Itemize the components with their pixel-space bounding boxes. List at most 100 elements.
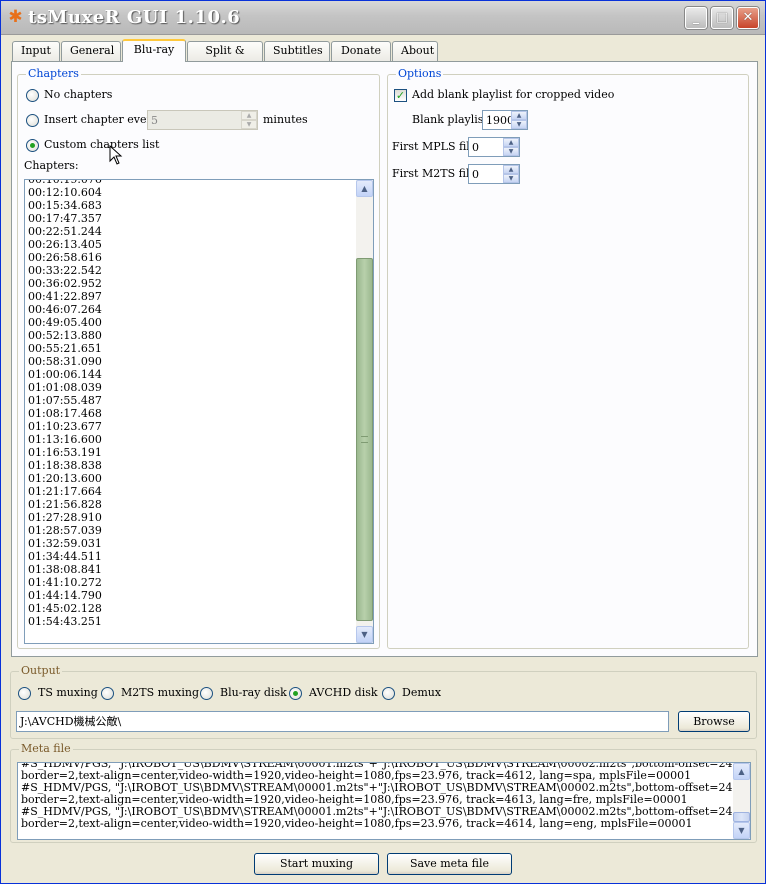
- blu-ray-panel: Chapters No chapters Insert chapter ever…: [11, 61, 758, 657]
- meta-scroll-thumb[interactable]: [733, 812, 750, 822]
- tab-general[interactable]: General: [61, 41, 121, 61]
- chapter-list-item[interactable]: 01:32:59.031: [28, 537, 102, 550]
- chapter-list-item[interactable]: 01:27:28.910: [28, 511, 102, 524]
- m2ts-muxing-radio[interactable]: [101, 687, 114, 700]
- first-mpls-label: First MPLS file: [392, 140, 477, 153]
- meta-file-legend: Meta file: [19, 742, 73, 755]
- demux-radio[interactable]: [382, 687, 395, 700]
- chapter-list-item[interactable]: 01:28:57.039: [28, 524, 102, 537]
- chapter-list-item[interactable]: 01:21:17.664: [28, 485, 102, 498]
- chapters-list-label: Chapters:: [24, 159, 79, 172]
- chapter-list-item[interactable]: 00:12:10.604: [28, 186, 102, 199]
- chevron-up-icon[interactable]: ▲: [511, 111, 527, 120]
- start-muxing-button[interactable]: Start muxing: [254, 853, 379, 875]
- insert-every-radio[interactable]: [26, 114, 39, 127]
- chapter-list-item[interactable]: 01:45:02.128: [28, 602, 102, 615]
- chapter-list-item[interactable]: 01:21:56.828: [28, 498, 102, 511]
- chevron-down-icon[interactable]: ▼: [503, 174, 519, 183]
- tab-blu-ray[interactable]: Blu-ray: [122, 39, 186, 62]
- chapter-list-item[interactable]: 01:20:13.600: [28, 472, 102, 485]
- chapter-list-item[interactable]: 01:13:16.600: [28, 433, 102, 446]
- chapter-list-item[interactable]: 00:58:31.090: [28, 355, 102, 368]
- meta-file-textarea[interactable]: #S_HDMV/PGS, "J:\IROBOT_US\BDMV\STREAM\0…: [17, 762, 751, 840]
- chapters-scroll-thumb[interactable]: [356, 258, 373, 621]
- chapter-list-item[interactable]: 01:00:06.144: [28, 368, 102, 381]
- blank-playlist-stepper[interactable]: 1900 ▲ ▼: [482, 110, 528, 130]
- chapter-list-item[interactable]: 01:44:14.790: [28, 589, 102, 602]
- chapter-list-item[interactable]: 01:18:38.838: [28, 459, 102, 472]
- options-legend: Options: [396, 67, 444, 80]
- chapter-list-item[interactable]: 00:10:19.076: [28, 180, 102, 186]
- chevron-down-icon[interactable]: ▼: [241, 120, 257, 129]
- grip-icon: [361, 436, 368, 443]
- add-blank-playlist-checkbox[interactable]: ✓: [394, 89, 407, 102]
- tab-donate[interactable]: Donate: [331, 41, 391, 61]
- chapter-list-item[interactable]: 01:08:17.468: [28, 407, 102, 420]
- scroll-down-icon[interactable]: ▼: [356, 626, 373, 643]
- close-button[interactable]: ✕: [737, 7, 759, 29]
- output-path-input[interactable]: J:\AVCHD機械公敵\: [16, 711, 669, 732]
- chapter-list-item[interactable]: 01:10:23.677: [28, 420, 102, 433]
- avchd-disk-radio[interactable]: [289, 687, 302, 700]
- chevron-down-icon[interactable]: ▼: [511, 120, 527, 129]
- meta-file-lines: #S_HDMV/PGS, "J:\IROBOT_US\BDMV\STREAM\0…: [21, 763, 733, 830]
- tab-about[interactable]: About: [392, 41, 438, 61]
- chapter-list-item[interactable]: 00:33:22.542: [28, 264, 102, 277]
- chapter-list-item[interactable]: 01:34:44.511: [28, 550, 102, 563]
- save-meta-file-button[interactable]: Save meta file: [387, 853, 512, 875]
- meta-file-line: border=2,text-align=center,video-width=1…: [21, 818, 693, 830]
- chapter-list-item[interactable]: 01:16:53.191: [28, 446, 102, 459]
- browse-button[interactable]: Browse: [678, 711, 750, 732]
- chapter-list-item[interactable]: 00:49:05.400: [28, 316, 102, 329]
- title-bar[interactable]: ✱ tsMuxeR GUI 1.10.6 _ □ ✕: [1, 1, 765, 35]
- chevron-up-icon[interactable]: ▲: [503, 138, 519, 147]
- chapter-list-item[interactable]: 01:07:55.487: [28, 394, 102, 407]
- first-m2ts-stepper[interactable]: 0 ▲ ▼: [468, 164, 520, 184]
- tab-split-cut[interactable]: Split & cut: [187, 41, 263, 75]
- chapter-list-item[interactable]: 01:01:08.039: [28, 381, 102, 394]
- chapter-list-item[interactable]: 01:38:08.841: [28, 563, 102, 576]
- maximize-icon: □: [715, 10, 729, 25]
- chevron-down-icon[interactable]: ▼: [503, 147, 519, 156]
- chapter-list-item[interactable]: 01:41:10.272: [28, 576, 102, 589]
- ts-muxing-radio[interactable]: [18, 687, 31, 700]
- custom-chapters-radio[interactable]: [26, 139, 39, 152]
- meta-file-line: #S_HDMV/PGS, "J:\IROBOT_US\BDMV\STREAM\0…: [21, 806, 733, 818]
- blu-ray-disk-radio[interactable]: [200, 687, 213, 700]
- blu-ray-disk-label: Blu-ray disk: [220, 686, 287, 699]
- chapter-list-item[interactable]: 00:26:58.616: [28, 251, 102, 264]
- custom-chapters-label: Custom chapters list: [44, 138, 160, 151]
- tab-input[interactable]: Input: [12, 41, 60, 61]
- chapters-list[interactable]: 00:10:19.076 00:12:10.604 00:15:34.683 00:1…: [24, 179, 374, 644]
- chapter-list-item[interactable]: 00:17:47.357: [28, 212, 102, 225]
- chapter-list-item[interactable]: 00:22:51.244: [28, 225, 102, 238]
- scroll-up-icon[interactable]: ▲: [356, 180, 373, 197]
- blank-playlist-label: Blank playlist: [412, 113, 488, 126]
- tab-subtitles[interactable]: Subtitles: [264, 41, 330, 61]
- chapters-scrollbar[interactable]: ▲ ▼: [356, 180, 373, 643]
- maximize-button[interactable]: □: [711, 7, 733, 29]
- demux-label: Demux: [402, 686, 442, 699]
- chapter-interval-stepper[interactable]: 5 ▲ ▼: [147, 110, 258, 130]
- first-m2ts-label: First M2TS file: [392, 167, 476, 180]
- blank-playlist-value: 1900: [486, 114, 514, 127]
- first-mpls-stepper[interactable]: 0 ▲ ▼: [468, 137, 520, 157]
- chapter-list-item[interactable]: 00:52:13.880: [28, 329, 102, 342]
- chevron-up-icon[interactable]: ▲: [503, 165, 519, 174]
- no-chapters-radio[interactable]: [26, 89, 39, 102]
- meta-scrollbar[interactable]: ▲ ▼: [733, 763, 750, 839]
- chapter-list-item[interactable]: 01:54:43.251: [28, 615, 102, 628]
- chevron-up-icon[interactable]: ▲: [241, 111, 257, 120]
- chapter-list-item[interactable]: 00:41:22.897: [28, 290, 102, 303]
- window-title: tsMuxeR GUI 1.10.6: [28, 7, 241, 28]
- chapter-list-item[interactable]: 00:55:21.651: [28, 342, 102, 355]
- chapter-list-item[interactable]: 00:46:07.264: [28, 303, 102, 316]
- output-legend: Output: [19, 664, 63, 677]
- scroll-down-icon[interactable]: ▼: [733, 822, 750, 839]
- minutes-label: minutes: [263, 113, 308, 126]
- chapter-list-item[interactable]: 00:15:34.683: [28, 199, 102, 212]
- minimize-button[interactable]: _: [685, 7, 707, 29]
- chapter-list-item[interactable]: 00:26:13.405: [28, 238, 102, 251]
- scroll-up-icon[interactable]: ▲: [733, 763, 750, 780]
- chapter-list-item[interactable]: 00:36:02.952: [28, 277, 102, 290]
